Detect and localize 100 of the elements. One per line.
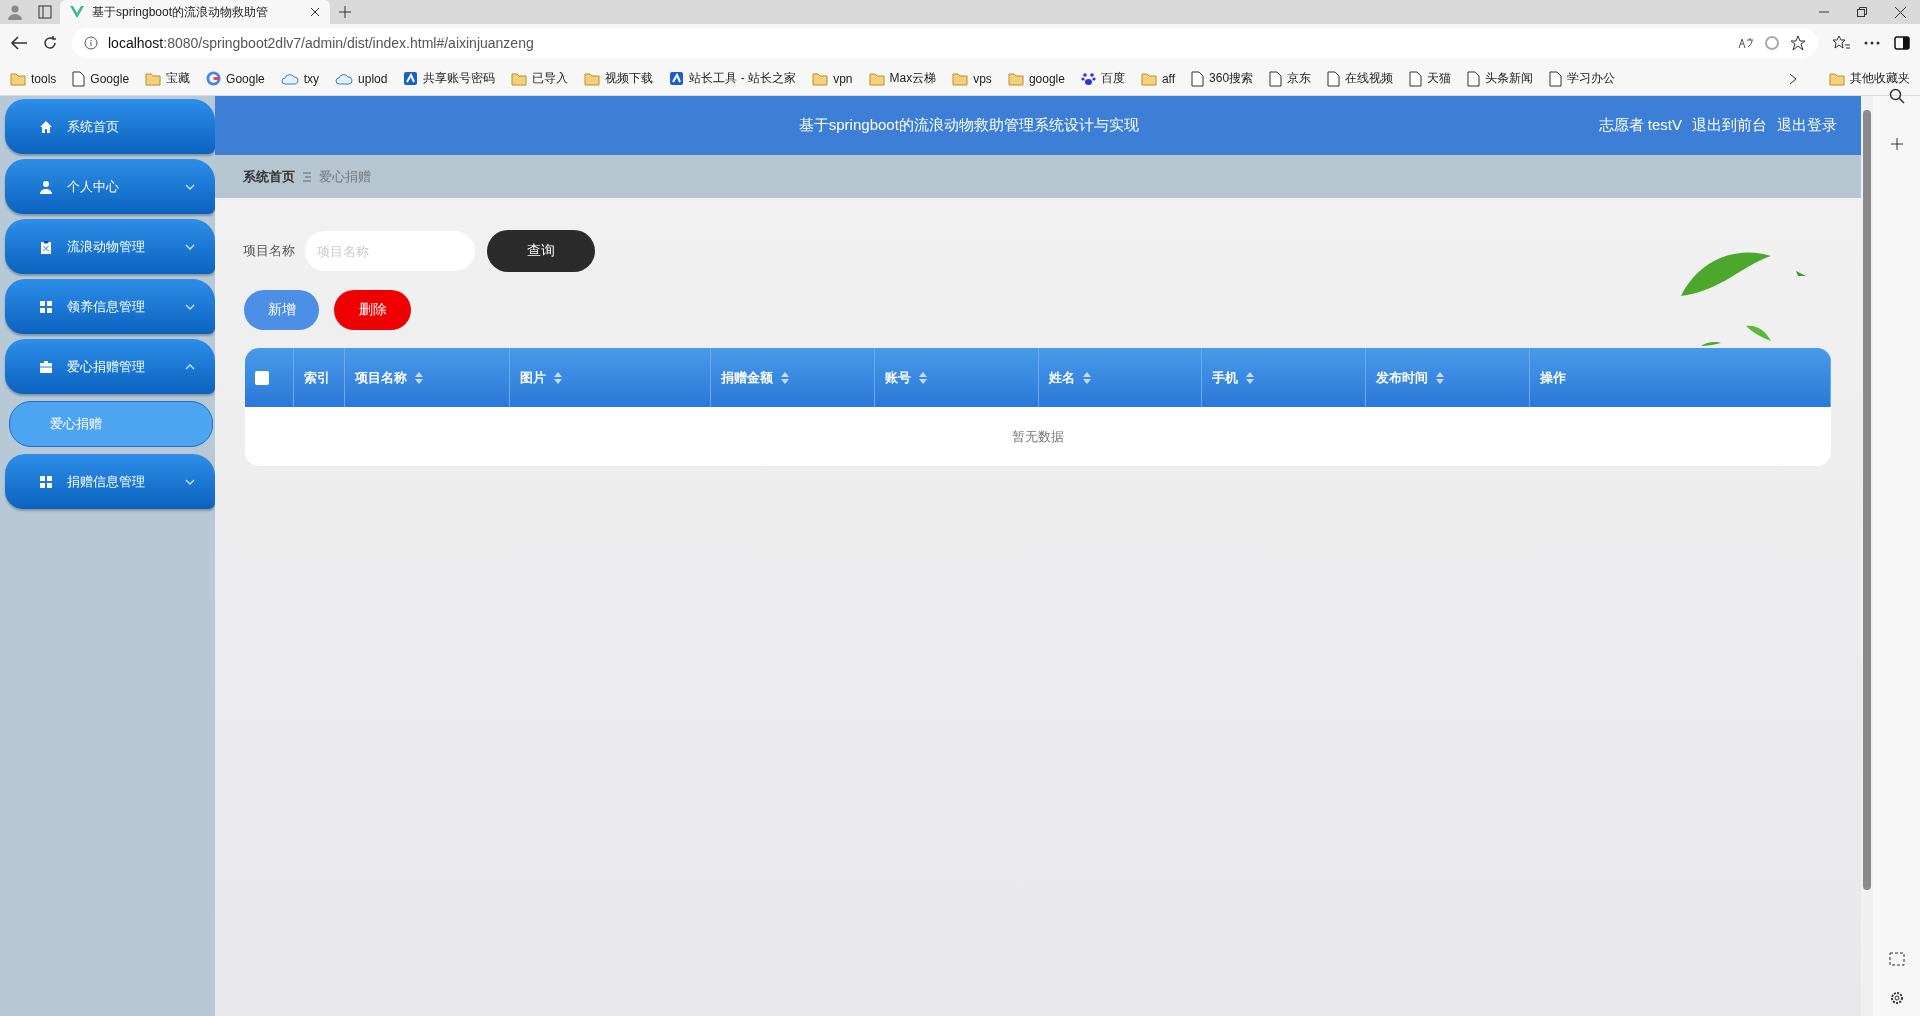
bookmark[interactable]: Max云梯 [868,70,937,87]
page-icon [72,70,86,87]
address-bar[interactable]: localhost:8080/springboot2dlv7/admin/dist/index.html#/aixinjuanzeng [72,28,1818,58]
folder-icon [868,71,885,86]
briefcase-icon [39,359,53,374]
bookmark[interactable]: 百度 [1080,70,1125,87]
column-header[interactable]: 捐赠金额 [711,348,875,407]
info-icon [84,36,98,50]
folder-icon [511,71,528,86]
add-icon[interactable] [1890,138,1903,150]
tab-panel-icon[interactable] [38,5,52,19]
sort-icon[interactable] [554,371,562,384]
select-all-checkbox[interactable] [255,370,269,385]
sort-icon[interactable] [1436,371,1444,384]
sort-icon[interactable] [1083,371,1091,384]
search-icon[interactable] [1888,88,1905,104]
page-icon [1191,70,1205,87]
delete-button[interactable]: 删除 [334,290,411,330]
bookmark[interactable]: Google [72,70,130,87]
bookmark[interactable]: google [1007,71,1065,86]
empty-message: 暂无数据 [1011,427,1065,446]
bookmark[interactable]: 在线视频 [1327,70,1394,87]
sort-icon[interactable] [415,371,423,384]
menu-item[interactable]: 系统首页 [5,99,215,154]
page-icon [1327,70,1341,87]
header-link[interactable]: 退出登录 [1777,116,1837,135]
folder-icon [812,71,829,86]
column-header[interactable]: 手机 [1202,348,1366,407]
column-header[interactable]: 项目名称 [345,348,510,407]
back-icon[interactable] [10,35,28,51]
close-icon[interactable] [310,7,320,17]
page-icon [1269,70,1283,87]
cloud-icon [335,72,354,85]
search-label: 项目名称 [243,242,295,260]
restore-icon[interactable] [1857,7,1867,17]
sort-icon[interactable] [919,371,927,384]
folder-icon [145,71,162,86]
bookmark[interactable]: aff [1140,71,1176,86]
sidebar-toggle-icon[interactable] [1894,36,1910,50]
bookmark[interactable]: vps [952,71,992,86]
close-window-icon[interactable] [1895,6,1906,18]
folder-icon [10,71,26,86]
home-icon [39,119,53,134]
bookmark[interactable]: 头条新闻 [1467,70,1534,87]
bookmark[interactable]: 其他收藏夹 [1829,70,1910,87]
bookmark[interactable]: uplod [335,71,388,86]
header-link[interactable]: 退出到前台 [1692,116,1767,135]
g-logo-icon [206,71,222,86]
translate-icon[interactable] [1738,36,1754,50]
folder-icon [1140,71,1157,86]
folder-icon [1829,71,1845,86]
menu-item[interactable]: 个人中心 [5,159,215,214]
paw-icon [1080,71,1096,86]
bookmark[interactable]: 京东 [1269,70,1312,87]
bookmark[interactable]: vpn [812,71,853,86]
column-header[interactable]: 发布时间 [1366,348,1530,407]
sort-icon[interactable] [781,371,789,384]
cloud-icon [280,72,299,85]
star-icon[interactable] [1790,35,1806,51]
bookmark[interactable]: 站长工具 - 站长之家 [669,70,797,87]
breadcrumb-link[interactable]: 系统首页 [243,167,295,186]
column-header[interactable]: 姓名 [1039,348,1202,407]
browser-tab[interactable]: 基于springboot的流浪动物救助管 [60,0,330,24]
search-button[interactable]: 查询 [487,230,595,272]
system-title: 基于springboot的流浪动物救助管理系统设计与实现 [797,116,1140,135]
page-icon [1409,70,1423,87]
bookmark[interactable]: 视频下载 [584,70,654,87]
reload-icon[interactable] [42,35,58,51]
bookmark[interactable]: 天猫 [1409,70,1452,87]
separator-icon [303,171,311,182]
folder-icon [584,71,601,86]
bookmark[interactable]: Google [206,71,265,86]
column-header[interactable]: 图片 [510,348,711,407]
chevron-right-icon[interactable] [1789,72,1797,85]
scrollbar-thumb[interactable] [1863,110,1871,890]
bookmark[interactable]: tools [10,71,57,86]
breadcrumb-current: 爱心捐赠 [319,167,371,186]
menu-item[interactable]: 捐赠信息管理 [5,454,215,509]
new-tab-icon[interactable] [339,6,351,18]
sort-icon[interactable] [1246,371,1254,384]
bookmark[interactable]: txy [280,71,320,86]
screenshot-icon[interactable] [1888,952,1905,968]
folder-icon [952,71,969,86]
menu-item[interactable]: 领养信息管理 [5,279,215,334]
column-header: 操作 [1530,348,1831,407]
settings-icon[interactable] [1888,990,1905,1006]
bookmark[interactable]: 共享账号密码 [403,70,496,87]
more-icon[interactable] [1864,41,1880,45]
favorites-icon[interactable] [1832,35,1850,51]
profile-icon[interactable] [7,4,23,20]
bookmark[interactable]: 学习办公 [1549,70,1616,87]
grid-icon [39,299,53,314]
menu-item[interactable]: 爱心捐赠管理 [5,339,215,394]
person-icon [39,179,53,194]
menu-item[interactable]: 流浪动物管理 [5,219,215,274]
bookmark[interactable]: 已导入 [511,70,569,87]
bookmark[interactable]: 360搜索 [1191,70,1254,87]
bookmark[interactable]: 宝藏 [145,70,191,87]
column-header[interactable]: 账号 [875,348,1039,407]
app-icon [403,71,419,86]
